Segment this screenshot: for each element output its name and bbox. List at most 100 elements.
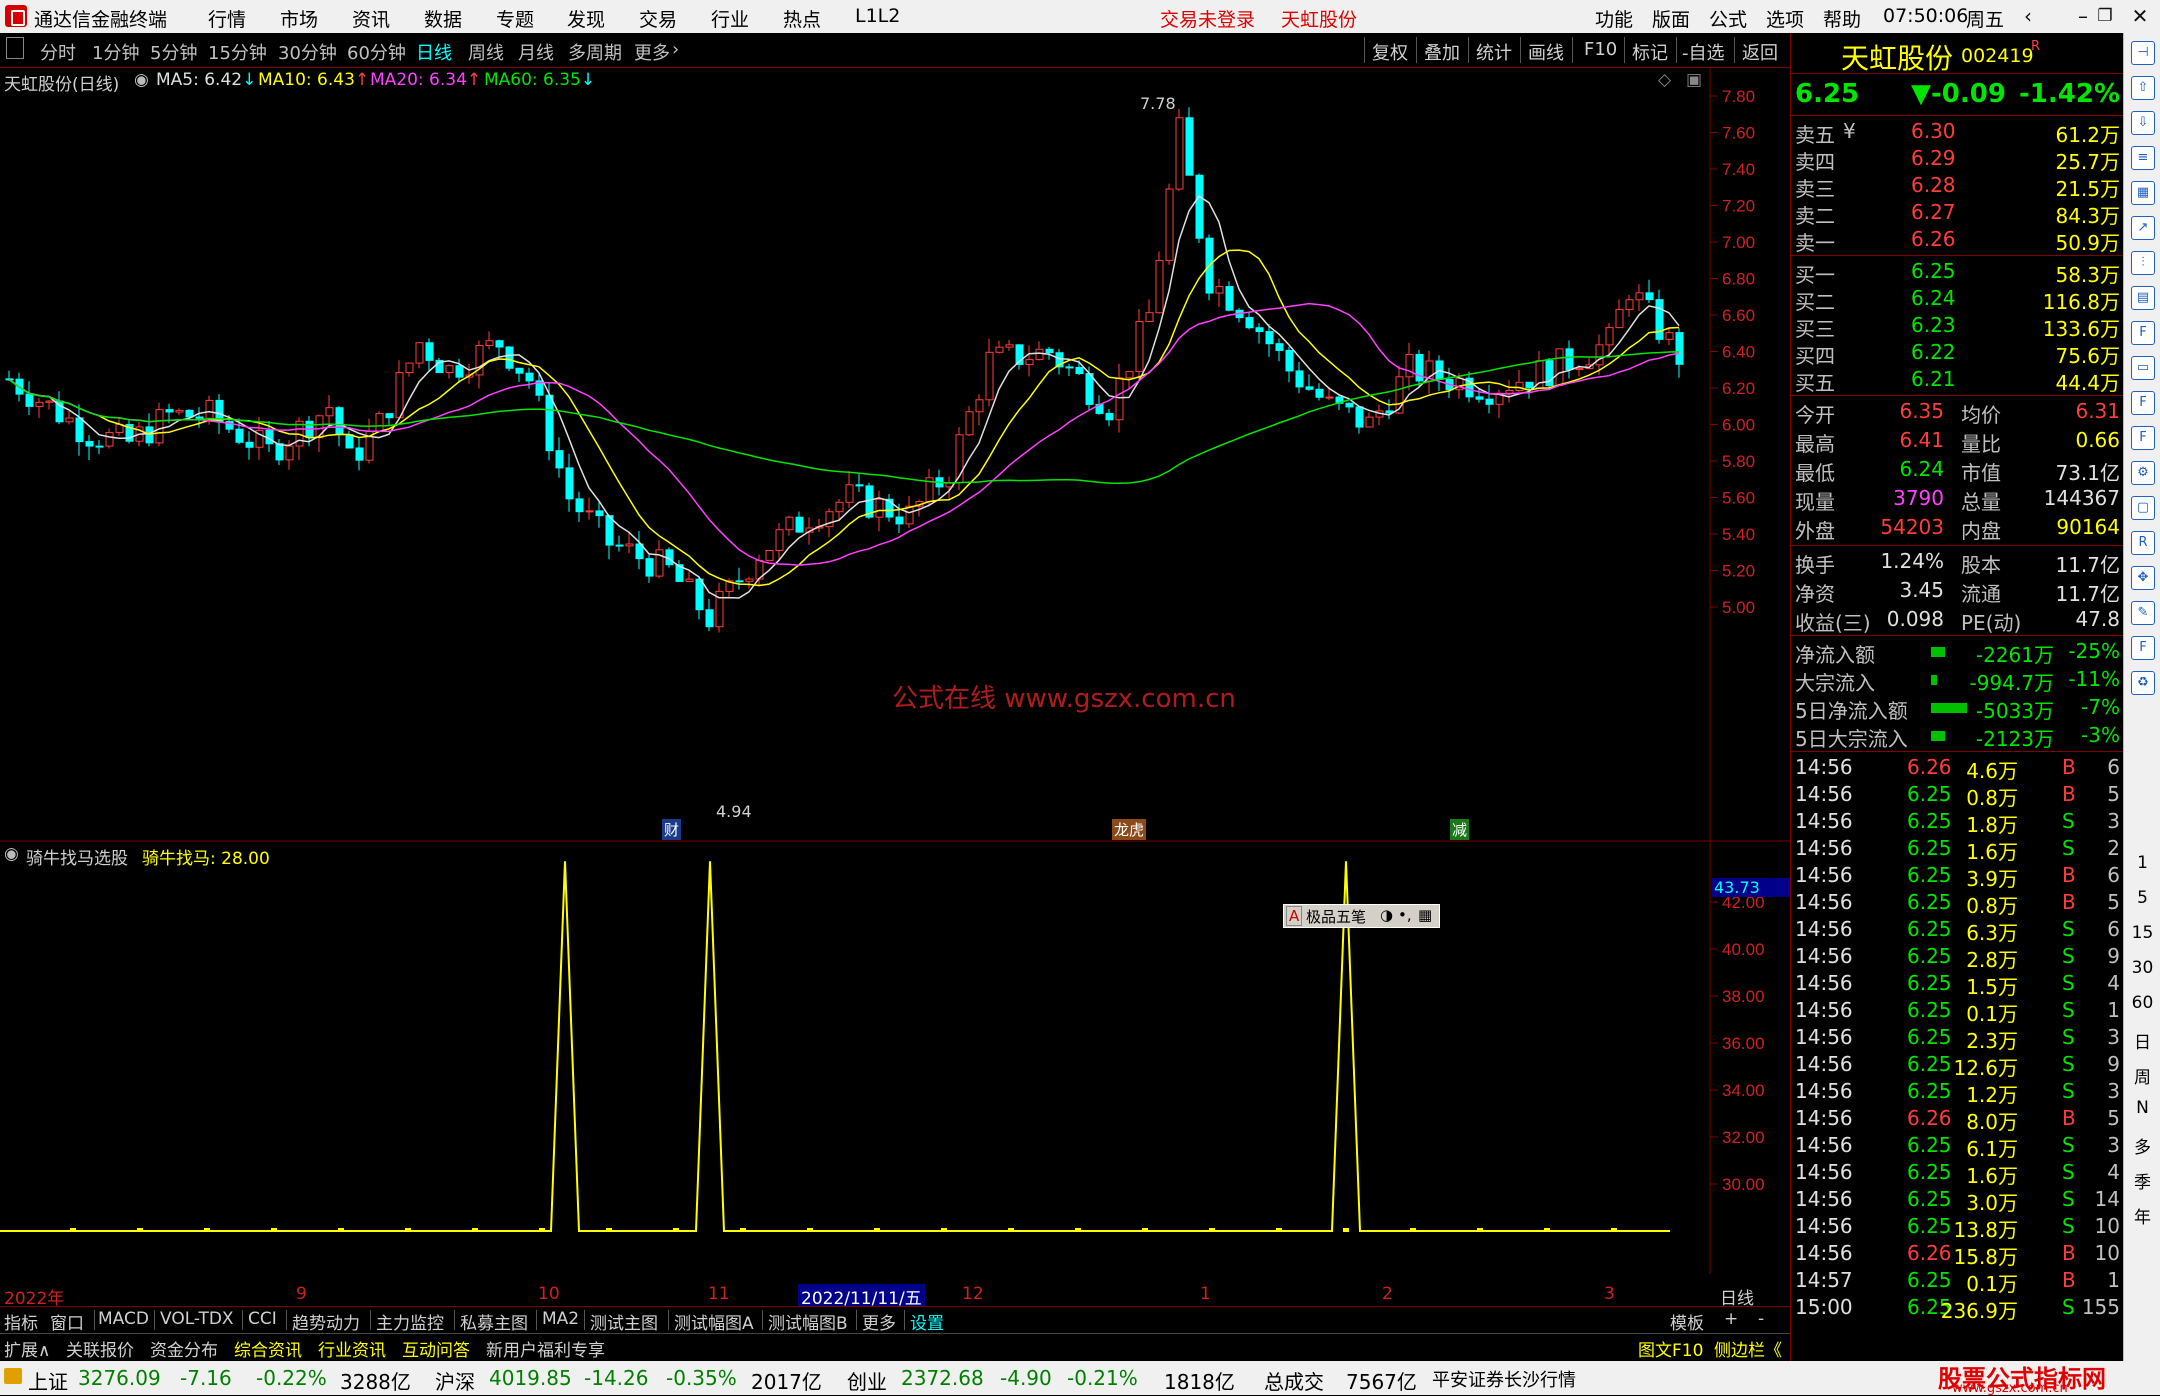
- candle-body[interactable]: [1075, 366, 1084, 375]
- candle-body[interactable]: [1295, 370, 1304, 388]
- candle-body[interactable]: [655, 549, 664, 577]
- period-fenshi[interactable]: 分时: [40, 39, 76, 65]
- candle-body[interactable]: [905, 505, 914, 525]
- tab-hangyezixun[interactable]: 行业资讯: [318, 1336, 386, 1361]
- candle-body[interactable]: [1675, 332, 1684, 365]
- side-period-3[interactable]: 30: [2124, 958, 2160, 978]
- candle-body[interactable]: [1405, 353, 1414, 378]
- candle-body[interactable]: [335, 407, 344, 436]
- f2-icon[interactable]: F: [2131, 426, 2155, 450]
- tab-hudongwenda[interactable]: 互动问答: [402, 1336, 470, 1361]
- candle-body[interactable]: [1515, 381, 1524, 391]
- candle-body[interactable]: [1085, 373, 1094, 405]
- ask-price[interactable]: 6.30: [1911, 119, 1956, 143]
- candle-body[interactable]: [405, 362, 414, 374]
- period-30min[interactable]: 30分钟: [278, 39, 337, 65]
- pin-icon[interactable]: ⊣: [2131, 41, 2155, 65]
- f10-icon[interactable]: F: [2131, 321, 2155, 345]
- candle-body[interactable]: [1155, 259, 1164, 314]
- gear-icon[interactable]: ⚙: [2131, 461, 2155, 485]
- event-marker-finance[interactable]: 财: [662, 819, 682, 840]
- candle-body[interactable]: [1355, 406, 1364, 428]
- candle-body[interactable]: [1645, 292, 1654, 301]
- candle-body[interactable]: [285, 445, 294, 461]
- candle-body[interactable]: [1525, 381, 1534, 389]
- menu-gongshi[interactable]: 公式: [1709, 5, 1747, 32]
- candle-body[interactable]: [1135, 321, 1144, 373]
- candle-body[interactable]: [965, 411, 974, 436]
- diamond-icon[interactable]: ◇: [1658, 70, 1671, 90]
- candle-body[interactable]: [75, 417, 84, 443]
- list-icon[interactable]: ≡: [2131, 146, 2155, 170]
- rsi-icon[interactable]: R: [2131, 531, 2155, 555]
- candle-body[interactable]: [205, 399, 214, 419]
- side-period-6[interactable]: 周: [2124, 1063, 2160, 1088]
- side-period-2[interactable]: 15: [2124, 923, 2160, 943]
- recycle-icon[interactable]: ♻: [2131, 671, 2155, 695]
- candle-body[interactable]: [1575, 368, 1584, 371]
- panel-toggle-icon[interactable]: ▣: [1686, 70, 1702, 90]
- period-more[interactable]: 更多: [634, 39, 670, 65]
- menu-l1l2[interactable]: L1L2: [855, 5, 900, 27]
- side-period-9[interactable]: 季: [2124, 1168, 2160, 1193]
- candle-body[interactable]: [1265, 331, 1274, 345]
- candle-body[interactable]: [1505, 389, 1514, 394]
- candle-body[interactable]: [165, 409, 174, 413]
- candle-body[interactable]: [1475, 396, 1484, 400]
- candle-body[interactable]: [705, 609, 714, 628]
- candle-body[interactable]: [645, 558, 654, 577]
- bid-price[interactable]: 6.24: [1911, 286, 1956, 310]
- tab-zijinfenbu[interactable]: 资金分布: [150, 1336, 218, 1361]
- menu-faxian[interactable]: 发现: [567, 5, 605, 32]
- candle-body[interactable]: [455, 365, 464, 378]
- menu-shuju[interactable]: 数据: [424, 5, 462, 32]
- side-period-1[interactable]: 5: [2124, 888, 2160, 908]
- kline-chart[interactable]: 7.80 7.60 7.40 7.20 7.00 6.80 6.60 6.40 6.20 6.00…: [0, 68, 1790, 842]
- trade-status-link[interactable]: 交易未登录: [1160, 5, 1255, 32]
- candle-body[interactable]: [845, 484, 854, 503]
- candle-body[interactable]: [1325, 396, 1334, 399]
- candle-body[interactable]: [1665, 332, 1674, 340]
- candle-body[interactable]: [615, 544, 624, 547]
- tab-zhibiao[interactable]: 指标: [4, 1309, 38, 1334]
- candle-body[interactable]: [325, 407, 334, 417]
- candle-body[interactable]: [1615, 309, 1624, 329]
- candle-body[interactable]: [275, 443, 284, 461]
- menu-jiaoyi[interactable]: 交易: [639, 5, 677, 32]
- table-icon[interactable]: ▤: [2131, 286, 2155, 310]
- tab-tuwen-f10[interactable]: 图文F10: [1638, 1336, 1703, 1361]
- period-1min[interactable]: 1分钟: [92, 39, 139, 65]
- candle-body[interactable]: [155, 409, 164, 444]
- candle-body[interactable]: [1345, 402, 1354, 408]
- candle-body[interactable]: [1555, 348, 1564, 387]
- tab-vol-tdx[interactable]: VOL-TDX: [160, 1309, 234, 1329]
- candle-body[interactable]: [1195, 174, 1204, 239]
- candle-body[interactable]: [235, 428, 244, 443]
- side-period-8[interactable]: 多: [2124, 1133, 2160, 1158]
- candle-body[interactable]: [495, 340, 504, 348]
- candle-body[interactable]: [1275, 343, 1284, 351]
- tab-shezhi[interactable]: 设置: [910, 1309, 944, 1334]
- ask-price[interactable]: 6.26: [1911, 227, 1956, 251]
- candle-body[interactable]: [515, 367, 524, 374]
- menu-hangye[interactable]: 行业: [711, 5, 749, 32]
- down-arrow-icon[interactable]: ⇩: [2131, 111, 2155, 135]
- tab-ma2[interactable]: MA2: [542, 1309, 579, 1329]
- indicator-chart[interactable]: 42.00 40.00 38.00 36.00 34.00 32.00 30.00 ◉ 骑牛…: [0, 842, 1790, 1274]
- side-period-4[interactable]: 60: [2124, 993, 2160, 1013]
- monitor-icon[interactable]: ▢: [2131, 496, 2155, 520]
- bid-price[interactable]: 6.22: [1911, 340, 1956, 364]
- moon-icon[interactable]: ◑: [1380, 906, 1393, 924]
- candle-body[interactable]: [195, 416, 204, 419]
- period-daily[interactable]: 日线: [416, 39, 452, 65]
- bid-price[interactable]: 6.23: [1911, 313, 1956, 337]
- side-period-7[interactable]: N: [2124, 1098, 2160, 1118]
- candle-body[interactable]: [695, 578, 704, 611]
- candle-body[interactable]: [745, 578, 754, 582]
- candle-body[interactable]: [1165, 188, 1174, 261]
- candle-body[interactable]: [105, 432, 114, 447]
- candle-body[interactable]: [385, 413, 394, 419]
- status-icon[interactable]: [4, 1368, 22, 1384]
- sh-index-name[interactable]: 上证: [28, 1366, 68, 1395]
- candle-body[interactable]: [1145, 312, 1154, 323]
